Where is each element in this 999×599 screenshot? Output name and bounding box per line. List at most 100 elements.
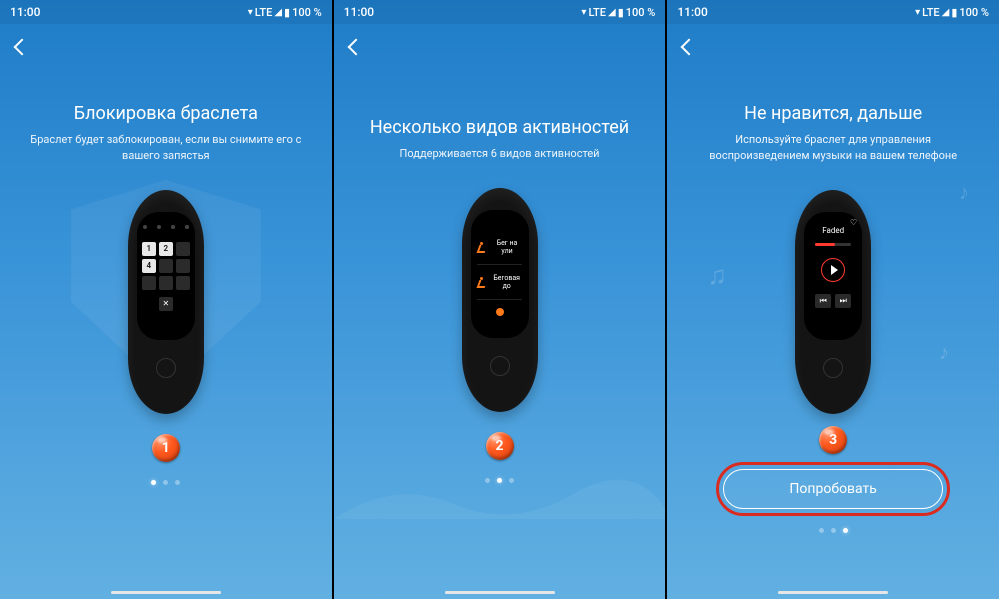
key-9 bbox=[176, 276, 190, 290]
signal-icon: ◢ bbox=[274, 7, 282, 18]
music-note-icon: ♫ bbox=[707, 260, 727, 291]
runner-icon bbox=[477, 241, 488, 253]
cta-highlight: Попробовать bbox=[716, 462, 950, 516]
signal-icon: ◢ bbox=[942, 7, 950, 18]
music-track-title: Faded bbox=[822, 226, 844, 235]
band-home-button bbox=[156, 358, 176, 378]
dot-1 bbox=[151, 480, 156, 485]
page-subtitle: Поддерживается 6 видов активностей bbox=[400, 146, 600, 162]
key-2: 2 bbox=[159, 242, 173, 256]
try-button[interactable]: Попробовать bbox=[723, 469, 943, 509]
battery-icon: ▮ bbox=[284, 6, 290, 19]
page-title: Блокировка браслета bbox=[74, 103, 258, 124]
network-label: LTE bbox=[588, 6, 606, 19]
onboarding-screen-1: 11:00 ▾ LTE ◢ ▮ 100 % Блокировка браслет… bbox=[0, 0, 332, 599]
music-note-icon: ♪ bbox=[959, 180, 969, 205]
dot-3 bbox=[509, 478, 514, 483]
next-track-icon: ⏭ bbox=[835, 294, 851, 308]
nav-back-row bbox=[0, 24, 332, 57]
step-badge-3: 3 bbox=[819, 426, 847, 454]
band-screen-lock: 1 2 4 ✕ bbox=[137, 212, 195, 340]
status-indicators: ▾ LTE ◢ ▮ 100 % bbox=[581, 6, 655, 19]
wifi-icon: ▾ bbox=[581, 7, 586, 18]
android-nav-handle[interactable] bbox=[445, 591, 555, 594]
key-7 bbox=[142, 276, 156, 290]
network-label: LTE bbox=[255, 6, 273, 19]
dot-1 bbox=[819, 528, 824, 533]
content-area: Не нравится, дальше Используйте браслет … bbox=[667, 57, 999, 591]
status-bar: 11:00 ▾ LTE ◢ ▮ 100 % bbox=[667, 0, 999, 24]
battery-icon: ▮ bbox=[951, 6, 957, 19]
key-delete: ✕ bbox=[159, 297, 173, 311]
status-bar: 11:00 ▾ LTE ◢ ▮ 100 % bbox=[334, 0, 666, 24]
dot-2 bbox=[163, 480, 168, 485]
heart-icon: ♡ bbox=[850, 218, 857, 227]
lock-keypad: 1 2 4 bbox=[142, 242, 190, 290]
band-device: 1 2 4 ✕ bbox=[128, 190, 204, 414]
wifi-icon: ▾ bbox=[915, 7, 920, 18]
activity-label-2: Беговая до bbox=[491, 274, 523, 290]
activity-item-1: Бег на ули bbox=[475, 236, 525, 258]
page-subtitle: Браслет будет заблокирован, если вы сним… bbox=[26, 132, 306, 164]
runner-icon bbox=[477, 276, 487, 288]
status-bar: 11:00 ▾ LTE ◢ ▮ 100 % bbox=[0, 0, 332, 24]
band-screen-activities: Бег на ули Беговая до bbox=[471, 210, 529, 338]
band-home-button bbox=[823, 358, 843, 378]
battery-label: 100 % bbox=[959, 6, 989, 19]
android-nav-handle[interactable] bbox=[111, 591, 221, 594]
page-indicator bbox=[485, 478, 514, 483]
battery-icon: ▮ bbox=[618, 6, 624, 19]
page-indicator bbox=[151, 480, 180, 485]
divider bbox=[477, 264, 522, 265]
divider bbox=[477, 299, 522, 300]
android-nav-handle[interactable] bbox=[778, 591, 888, 594]
status-indicators: ▾ LTE ◢ ▮ 100 % bbox=[248, 6, 322, 19]
status-time: 11:00 bbox=[344, 5, 374, 19]
status-indicators: ▾ LTE ◢ ▮ 100 % bbox=[915, 6, 989, 19]
signal-icon: ◢ bbox=[608, 7, 616, 18]
page-title: Несколько видов активностей bbox=[370, 117, 629, 138]
activity-item-2: Беговая до bbox=[475, 271, 525, 293]
step-badge-1: 1 bbox=[152, 434, 180, 462]
dot-3 bbox=[843, 528, 848, 533]
band-device: ♡ Faded ⏮ ⏭ bbox=[795, 190, 871, 414]
key-8 bbox=[159, 276, 173, 290]
battery-label: 100 % bbox=[626, 6, 656, 19]
back-icon[interactable] bbox=[681, 39, 698, 56]
back-icon[interactable] bbox=[14, 39, 31, 56]
back-icon[interactable] bbox=[347, 39, 364, 56]
step-badge-2: 2 bbox=[486, 432, 514, 460]
hills-bg-icon bbox=[334, 459, 666, 519]
battery-label: 100 % bbox=[292, 6, 322, 19]
status-time: 11:00 bbox=[677, 5, 707, 19]
lock-pin-indicator bbox=[141, 220, 191, 234]
music-progress bbox=[815, 243, 851, 246]
activity-label-1: Бег на ули bbox=[492, 239, 523, 255]
nav-back-row bbox=[334, 24, 666, 57]
dot-1 bbox=[485, 478, 490, 483]
onboarding-screen-3: 11:00 ▾ LTE ◢ ▮ 100 % ♪ ♫ ♪ Не нравится,… bbox=[667, 0, 999, 599]
band-home-button bbox=[490, 356, 510, 376]
key-1: 1 bbox=[142, 242, 156, 256]
music-controls: ⏮ ⏭ bbox=[815, 294, 851, 308]
wifi-icon: ▾ bbox=[248, 7, 253, 18]
page-indicator bbox=[819, 528, 848, 533]
page-subtitle: Используйте браслет для управления воспр… bbox=[693, 132, 973, 164]
content-area: Блокировка браслета Браслет будет заблок… bbox=[0, 57, 332, 591]
band-screen-music: ♡ Faded ⏮ ⏭ bbox=[804, 212, 862, 340]
onboarding-screen-2: 11:00 ▾ LTE ◢ ▮ 100 % Несколько видов ак… bbox=[334, 0, 666, 599]
nav-back-row bbox=[667, 24, 999, 57]
music-note-icon: ♪ bbox=[939, 340, 949, 365]
prev-track-icon: ⏮ bbox=[815, 294, 831, 308]
page-title: Не нравится, дальше bbox=[744, 103, 922, 124]
play-button-icon bbox=[821, 258, 845, 282]
network-label: LTE bbox=[922, 6, 940, 19]
dot-2 bbox=[831, 528, 836, 533]
key-3 bbox=[176, 242, 190, 256]
band-device: Бег на ули Беговая до bbox=[462, 188, 538, 412]
key-5 bbox=[159, 259, 173, 273]
dot-3 bbox=[175, 480, 180, 485]
status-time: 11:00 bbox=[10, 5, 40, 19]
key-6 bbox=[176, 259, 190, 273]
activity-more-icon bbox=[496, 308, 504, 316]
